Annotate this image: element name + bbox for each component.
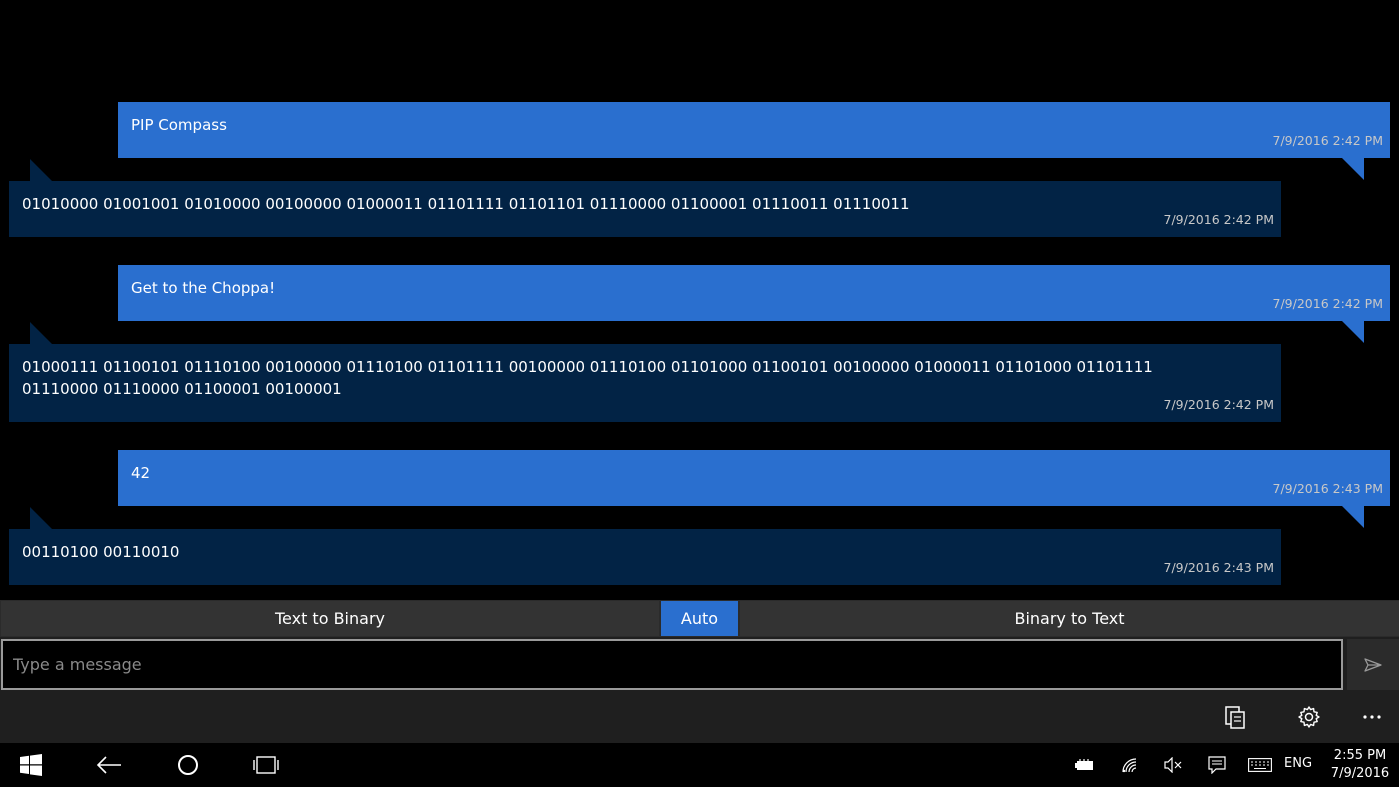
message-timestamp: 7/9/2016 2:42 PM: [1163, 212, 1274, 227]
back-button[interactable]: [84, 743, 134, 787]
message-text: PIP Compass: [131, 116, 227, 134]
more-button[interactable]: [1352, 699, 1392, 735]
bubble-tail: [1342, 321, 1364, 343]
start-button[interactable]: [6, 743, 56, 787]
mode-selector: Text to Binary Auto Binary to Text: [0, 600, 1399, 637]
message-timestamp: 7/9/2016 2:43 PM: [1272, 481, 1383, 496]
sent-message[interactable]: 42 7/9/2016 2:43 PM: [118, 450, 1390, 528]
more-icon: [1362, 714, 1382, 720]
network-tray-button[interactable]: [1112, 743, 1148, 787]
settings-button[interactable]: [1289, 699, 1329, 735]
cortana-circle-icon: [177, 754, 199, 776]
battery-tray-button[interactable]: [1067, 743, 1103, 787]
text-to-binary-button[interactable]: Text to Binary: [1, 601, 659, 636]
taskbar: ENG 2:55 PM 7/9/2016: [0, 743, 1399, 787]
app-command-bar: [0, 691, 1399, 743]
clock-time: 2:55 PM: [1333, 748, 1387, 763]
action-center-button[interactable]: [1199, 743, 1235, 787]
bubble-tail: [1342, 158, 1364, 180]
bubble-tail: [30, 507, 52, 529]
message-text: Get to the Choppa!: [131, 279, 276, 297]
bubble-tail: [30, 322, 52, 344]
language-indicator[interactable]: ENG: [1284, 756, 1312, 771]
task-view-button[interactable]: [241, 743, 291, 787]
bubble-tail: [30, 159, 52, 181]
compose-bar: [0, 637, 1399, 691]
message-timestamp: 7/9/2016 2:42 PM: [1272, 296, 1383, 311]
message-timestamp: 7/9/2016 2:43 PM: [1163, 560, 1274, 575]
auto-mode-button[interactable]: Auto: [661, 601, 738, 636]
wifi-icon: [1121, 757, 1139, 773]
received-message[interactable]: 01010000 01001001 01010000 00100000 0100…: [9, 159, 1281, 237]
received-message[interactable]: 00110100 00110010 7/9/2016 2:43 PM: [9, 507, 1281, 585]
clock-date: 7/9/2016: [1330, 766, 1390, 781]
send-button[interactable]: [1347, 639, 1399, 690]
sent-message[interactable]: Get to the Choppa! 7/9/2016 2:42 PM: [118, 265, 1390, 343]
volume-tray-button[interactable]: [1155, 743, 1191, 787]
cortana-button[interactable]: [163, 743, 213, 787]
gear-icon: [1297, 705, 1321, 729]
sent-message[interactable]: PIP Compass 7/9/2016 2:42 PM: [118, 102, 1390, 180]
message-text: 42: [131, 464, 151, 482]
send-icon: [1364, 657, 1382, 672]
message-list[interactable]: PIP Compass 7/9/2016 2:42 PM 01010000 01…: [0, 0, 1399, 600]
message-text: 01000111 01100101 01110100 00100000 0111…: [22, 358, 1153, 398]
received-message[interactable]: 01000111 01100101 01110100 00100000 0111…: [9, 322, 1281, 422]
touch-keyboard-button[interactable]: [1242, 743, 1278, 787]
back-arrow-icon: [96, 756, 122, 774]
clock[interactable]: 2:55 PM 7/9/2016: [1326, 747, 1394, 783]
message-timestamp: 7/9/2016 2:42 PM: [1272, 133, 1383, 148]
task-view-icon: [251, 755, 281, 775]
message-text: 01010000 01001001 01010000 00100000 0100…: [22, 195, 910, 213]
message-timestamp: 7/9/2016 2:42 PM: [1163, 397, 1274, 412]
paste-icon: [1224, 705, 1246, 729]
volume-muted-icon: [1164, 757, 1182, 773]
battery-icon: [1075, 759, 1095, 771]
binary-to-text-button[interactable]: Binary to Text: [740, 601, 1399, 636]
message-input[interactable]: [1, 639, 1343, 690]
message-text: 00110100 00110010: [22, 543, 180, 561]
paste-button[interactable]: [1215, 699, 1255, 735]
bubble-tail: [1342, 506, 1364, 528]
windows-logo-icon: [20, 754, 42, 776]
notification-icon: [1208, 756, 1226, 774]
keyboard-icon: [1248, 758, 1272, 772]
